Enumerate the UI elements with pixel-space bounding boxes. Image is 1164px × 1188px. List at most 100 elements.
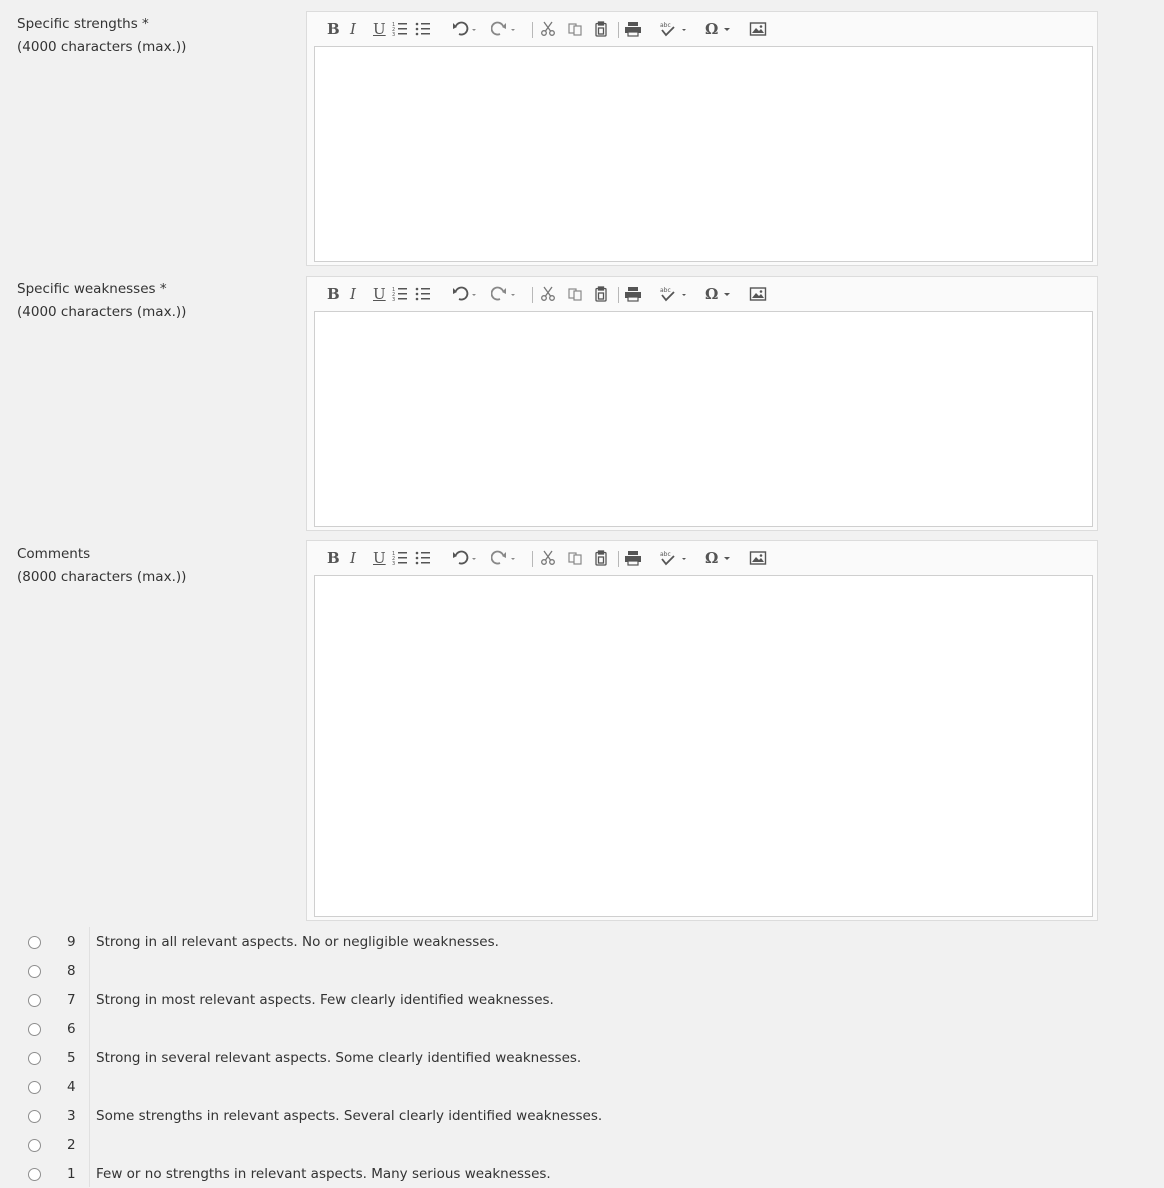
field-title: Specific strengths *	[17, 16, 149, 32]
numbered-list-icon[interactable]: 123	[392, 549, 408, 567]
rich-text-editor: B I U 123 abc Ω	[306, 540, 1098, 921]
score-number: 8	[67, 963, 76, 979]
image-icon[interactable]	[749, 20, 767, 38]
field-label: Specific strengths * (4000 characters (m…	[17, 13, 186, 59]
score-description: Strong in all relevant aspects. No or ne…	[96, 934, 499, 950]
score-number: 1	[67, 1166, 76, 1182]
radio-button[interactable]	[28, 1081, 41, 1094]
numbered-list-icon[interactable]: 123	[392, 20, 408, 38]
redo-icon[interactable]	[491, 20, 519, 38]
field-label: Specific weaknesses * (4000 characters (…	[17, 278, 186, 324]
print-icon[interactable]	[624, 285, 642, 303]
toolbar-separator	[618, 551, 619, 567]
image-icon[interactable]	[749, 549, 767, 567]
special-character-button[interactable]: Ω	[705, 549, 732, 567]
score-description: Few or no strengths in relevant aspects.…	[96, 1166, 551, 1182]
special-character-button[interactable]: Ω	[705, 285, 732, 303]
underline-button[interactable]: U	[373, 285, 386, 303]
score-option-1[interactable]: 1 Few or no strengths in relevant aspect…	[0, 1159, 1164, 1188]
radio-button[interactable]	[28, 1110, 41, 1123]
toolbar-separator	[618, 287, 619, 303]
field-title: Specific weaknesses *	[17, 281, 167, 297]
svg-text:abc: abc	[660, 551, 671, 558]
italic-button[interactable]: I	[350, 20, 356, 38]
editor-textarea[interactable]	[314, 575, 1093, 917]
underline-button[interactable]: U	[373, 20, 386, 38]
score-description: Strong in several relevant aspects. Some…	[96, 1050, 582, 1066]
field-limit: (8000 characters (max.))	[17, 569, 187, 585]
score-option-9[interactable]: 9 Strong in all relevant aspects. No or …	[0, 927, 1164, 956]
spellcheck-icon[interactable]: abc	[659, 285, 689, 303]
field-label: Comments (8000 characters (max.))	[17, 543, 186, 589]
score-description: Some strengths in relevant aspects. Seve…	[96, 1108, 603, 1124]
score-option-7[interactable]: 7 Strong in most relevant aspects. Few c…	[0, 985, 1164, 1014]
bold-button[interactable]: B	[327, 20, 340, 38]
score-number: 2	[67, 1137, 76, 1153]
undo-icon[interactable]	[452, 20, 480, 38]
score-option-5[interactable]: 5 Strong in several relevant aspects. So…	[0, 1043, 1164, 1072]
score-option-2[interactable]: 2	[0, 1130, 1164, 1159]
bulleted-list-icon[interactable]	[415, 285, 431, 303]
radio-button[interactable]	[28, 994, 41, 1007]
radio-button[interactable]	[28, 1023, 41, 1036]
cut-icon[interactable]	[540, 285, 556, 303]
score-number: 6	[67, 1021, 76, 1037]
paste-icon[interactable]	[593, 20, 609, 38]
underline-button[interactable]: U	[373, 549, 386, 567]
svg-text:3: 3	[392, 297, 395, 302]
score-option-6[interactable]: 6	[0, 1014, 1164, 1043]
omega-icon: Ω	[705, 549, 719, 567]
score-number: 5	[67, 1050, 76, 1066]
radio-button[interactable]	[28, 1168, 41, 1181]
toolbar-separator	[532, 551, 533, 567]
bulleted-list-icon[interactable]	[415, 20, 431, 38]
rich-text-editor: B I U 123 abc Ω	[306, 11, 1098, 266]
editor-toolbar: B I U 123 abc Ω	[307, 12, 1097, 46]
image-icon[interactable]	[749, 285, 767, 303]
bold-button[interactable]: B	[327, 549, 340, 567]
paste-icon[interactable]	[593, 285, 609, 303]
radio-button[interactable]	[28, 1052, 41, 1065]
svg-text:3: 3	[392, 561, 395, 566]
italic-button[interactable]: I	[350, 549, 356, 567]
print-icon[interactable]	[624, 549, 642, 567]
print-icon[interactable]	[624, 20, 642, 38]
redo-icon[interactable]	[491, 549, 519, 567]
score-number: 4	[67, 1079, 76, 1095]
spellcheck-icon[interactable]: abc	[659, 20, 689, 38]
omega-icon: Ω	[705, 20, 719, 38]
score-number: 3	[67, 1108, 76, 1124]
score-option-8[interactable]: 8	[0, 956, 1164, 985]
undo-icon[interactable]	[452, 285, 480, 303]
undo-icon[interactable]	[452, 549, 480, 567]
editor-textarea[interactable]	[314, 311, 1093, 527]
rich-text-editor: B I U 123 abc Ω	[306, 276, 1098, 531]
spellcheck-icon[interactable]: abc	[659, 549, 689, 567]
copy-icon[interactable]	[567, 285, 583, 303]
svg-text:abc: abc	[660, 287, 671, 294]
bold-button[interactable]: B	[327, 285, 340, 303]
numbered-list-icon[interactable]: 123	[392, 285, 408, 303]
radio-button[interactable]	[28, 936, 41, 949]
cut-icon[interactable]	[540, 20, 556, 38]
editor-textarea[interactable]	[314, 46, 1093, 262]
score-option-3[interactable]: 3 Some strengths in relevant aspects. Se…	[0, 1101, 1164, 1130]
editor-toolbar: B I U 123 abc Ω	[307, 541, 1097, 575]
special-character-button[interactable]: Ω	[705, 20, 732, 38]
cut-icon[interactable]	[540, 549, 556, 567]
score-description: Strong in most relevant aspects. Few cle…	[96, 992, 554, 1008]
radio-button[interactable]	[28, 1139, 41, 1152]
omega-icon: Ω	[705, 285, 719, 303]
score-option-4[interactable]: 4	[0, 1072, 1164, 1101]
italic-button[interactable]: I	[350, 285, 356, 303]
toolbar-separator	[532, 287, 533, 303]
radio-button[interactable]	[28, 965, 41, 978]
svg-text:abc: abc	[660, 22, 671, 29]
toolbar-separator	[532, 22, 533, 38]
bulleted-list-icon[interactable]	[415, 549, 431, 567]
copy-icon[interactable]	[567, 549, 583, 567]
field-limit: (4000 characters (max.))	[17, 304, 187, 320]
copy-icon[interactable]	[567, 20, 583, 38]
redo-icon[interactable]	[491, 285, 519, 303]
paste-icon[interactable]	[593, 549, 609, 567]
